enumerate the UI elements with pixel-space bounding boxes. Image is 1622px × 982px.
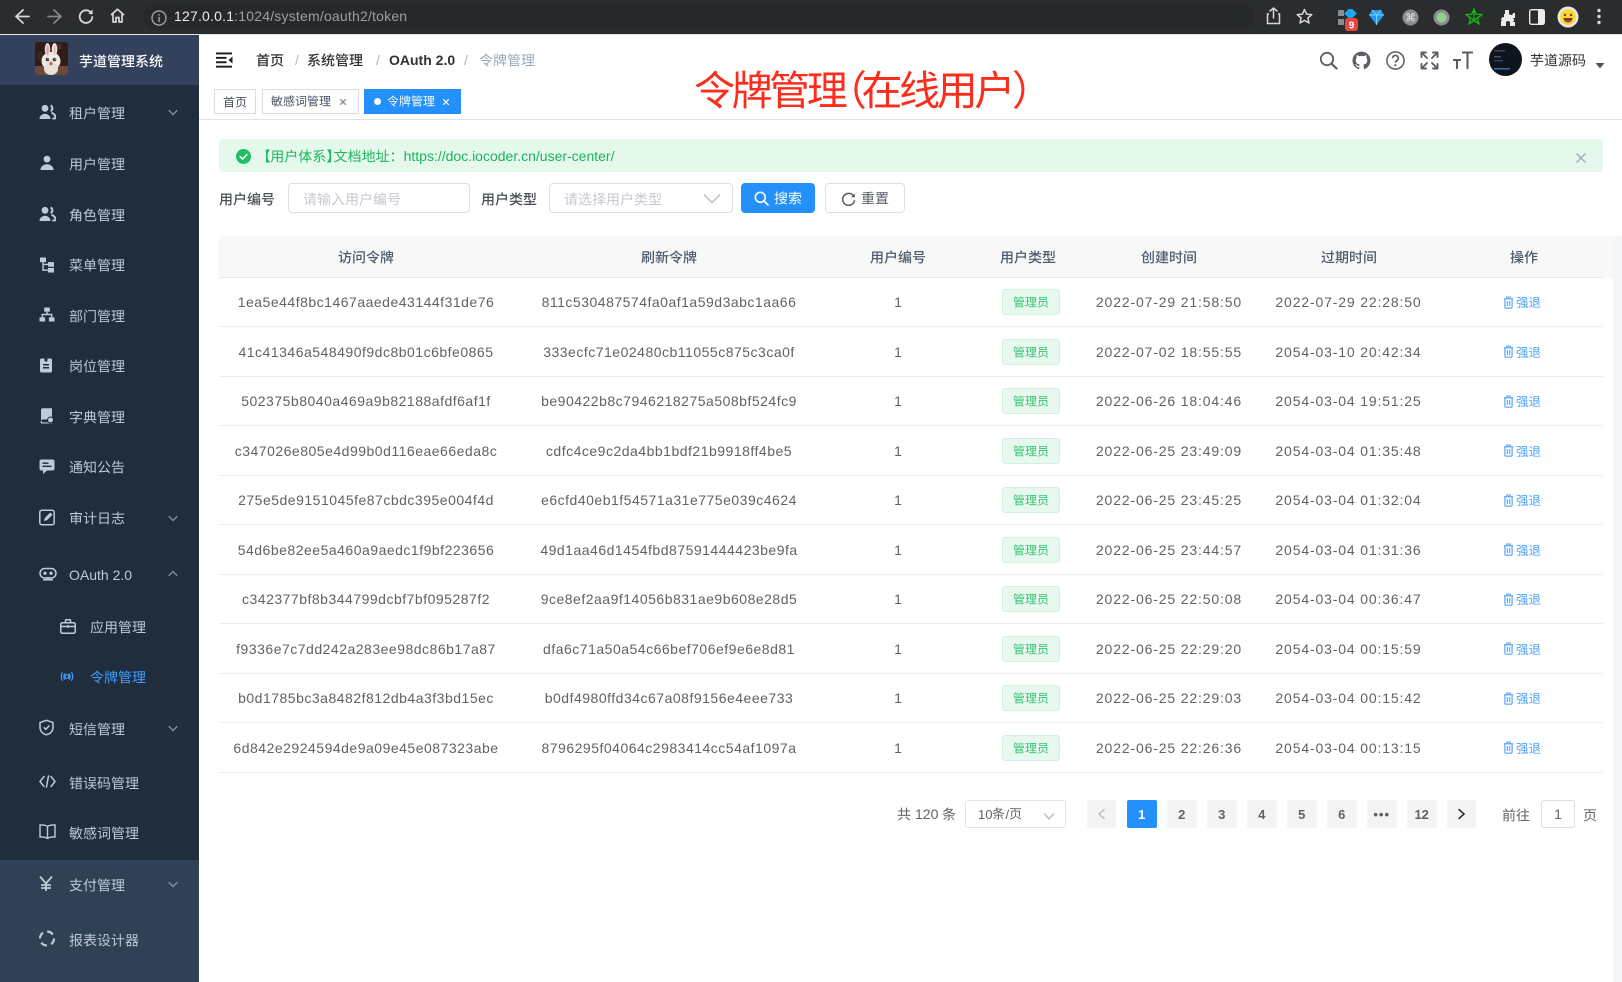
svg-text:⌘: ⌘ <box>1405 13 1416 25</box>
svg-text:9: 9 <box>1349 21 1355 32</box>
